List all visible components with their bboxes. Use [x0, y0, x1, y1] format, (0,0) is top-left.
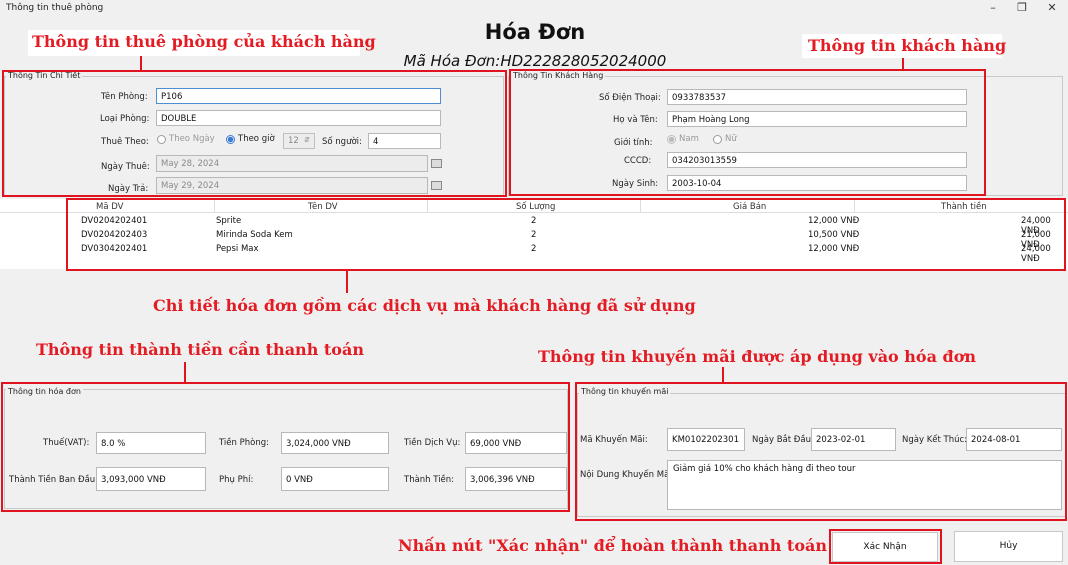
invoice-code: Mã Hóa Đơn:HD222828052024000 [403, 52, 667, 70]
annotation-room-info: Thông tin thuê phòng của khách hàng [32, 32, 376, 51]
highlight-promo [575, 382, 1067, 521]
cancel-button[interactable]: Hủy [954, 531, 1063, 562]
annotation-line [184, 362, 186, 382]
close-icon[interactable]: ✕ [1044, 1, 1060, 14]
highlight-room-info [2, 70, 507, 197]
page-title: Hóa Đơn [484, 20, 586, 44]
window-titlebar: Thông tin thuê phòng – ❐ ✕ [0, 0, 1068, 16]
highlight-invoice [1, 382, 570, 512]
maximize-icon[interactable]: ❐ [1014, 1, 1030, 14]
annotation-confirm-hint: Nhấn nút "Xác nhận" để hoàn thành thanh … [398, 536, 827, 555]
highlight-services [66, 198, 1066, 271]
annotation-line [722, 367, 724, 382]
annotation-payment-info: Thông tin thành tiền cần thanh toán [36, 340, 364, 359]
highlight-confirm [829, 529, 942, 564]
window-title: Thông tin thuê phòng [6, 3, 104, 13]
annotation-invoice-detail: Chi tiết hóa đơn gồm các dịch vụ mà khác… [153, 296, 696, 315]
annotation-customer-info: Thông tin khách hàng [808, 36, 1007, 55]
annotation-line [346, 271, 348, 293]
minimize-icon[interactable]: – [985, 1, 1001, 14]
annotation-line [140, 56, 142, 70]
annotation-promo-info: Thông tin khuyến mãi được áp dụng vào hó… [538, 347, 977, 366]
highlight-customer-info [509, 69, 986, 196]
